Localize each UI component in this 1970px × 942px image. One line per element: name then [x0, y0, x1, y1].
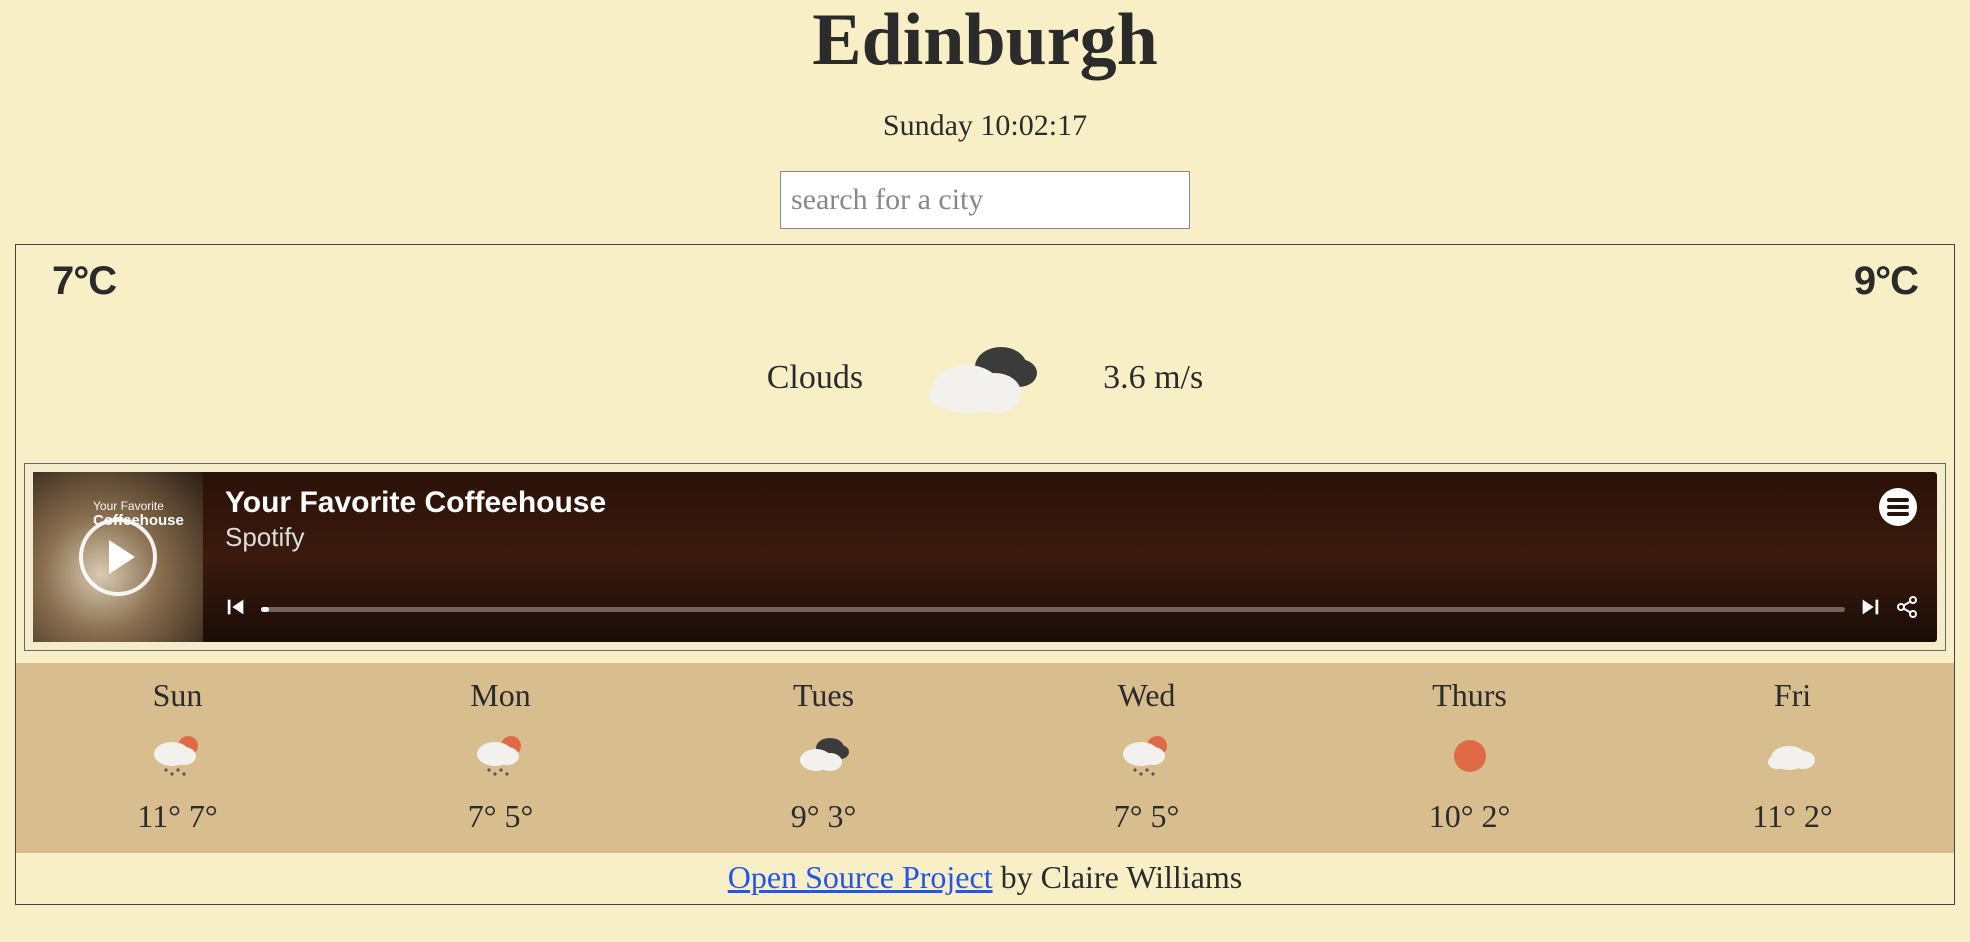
forecast-lo: 7° — [189, 798, 218, 834]
album-art[interactable]: Your Favorite Coffeehouse — [33, 472, 203, 642]
forecast-lo: 5° — [1151, 798, 1180, 834]
forecast-lo: 3° — [828, 798, 857, 834]
forecast-day-label: Sun — [16, 677, 339, 714]
forecast-hi: 7° — [1114, 798, 1143, 834]
forecast-lo: 2° — [1804, 798, 1833, 834]
forecast-day-label: Tues — [662, 677, 985, 714]
forecast-temps: 11° 2° — [1631, 798, 1954, 835]
progress-bar[interactable] — [261, 607, 1845, 612]
current-datetime: Sunday 10:02:17 — [15, 109, 1955, 143]
temp-low: 7°C — [52, 259, 116, 304]
forecast-temps: 10° 2° — [1308, 798, 1631, 835]
play-icon — [109, 540, 135, 574]
wind-speed: 3.6 m/s — [1103, 359, 1203, 397]
forecast-hi: 9° — [791, 798, 820, 834]
art-overlay-line1: Your Favorite — [93, 500, 184, 513]
forecast-lo: 2° — [1482, 798, 1511, 834]
forecast-day: Tues 9° 3° — [662, 663, 985, 853]
forecast-temps: 11° 7° — [16, 798, 339, 835]
open-source-link[interactable]: Open Source Project — [728, 859, 993, 895]
footer-byline: by Claire Williams — [993, 859, 1243, 895]
forecast-temps: 7° 5° — [985, 798, 1308, 835]
forecast-cloud-icon — [1631, 732, 1954, 780]
forecast-row: Sun 11° 7° Mon 7° 5° Tues 9° 3° Wed 7° 5° Thurs 1… — [16, 663, 1954, 853]
spotify-logo-icon[interactable] — [1879, 488, 1917, 526]
forecast-day-label: Mon — [339, 677, 662, 714]
city-title: Edinburgh — [15, 0, 1955, 81]
forecast-sun-icon — [1308, 732, 1631, 780]
forecast-hi: 10° — [1429, 798, 1474, 834]
spotify-embed: Your Favorite Coffeehouse Your Favorite … — [24, 463, 1946, 651]
weather-panel: 7°C 9°C Clouds 3.6 m/s — [15, 244, 1955, 905]
next-track-icon[interactable] — [1859, 596, 1881, 623]
forecast-day-label: Fri — [1631, 677, 1954, 714]
forecast-hi: 11° — [1752, 798, 1796, 834]
forecast-clouds-icon — [662, 732, 985, 780]
forecast-temps: 7° 5° — [339, 798, 662, 835]
forecast-day-label: Wed — [985, 677, 1308, 714]
forecast-day: Sun 11° 7° — [16, 663, 339, 853]
track-title[interactable]: Your Favorite Coffeehouse — [225, 486, 1919, 520]
forecast-day: Thurs 10° 2° — [1308, 663, 1631, 853]
forecast-temps: 9° 3° — [662, 798, 985, 835]
city-search-input[interactable] — [780, 171, 1190, 229]
clouds-icon — [923, 333, 1043, 423]
forecast-day: Mon 7° 5° — [339, 663, 662, 853]
spotify-player: Your Favorite Coffeehouse Your Favorite … — [33, 472, 1937, 642]
footer: Open Source Project by Claire Williams — [16, 853, 1954, 904]
temp-high: 9°C — [1854, 259, 1918, 304]
play-button[interactable] — [79, 518, 157, 596]
forecast-day: Fri 11° 2° — [1631, 663, 1954, 853]
forecast-lo: 5° — [505, 798, 534, 834]
condition-label: Clouds — [767, 359, 863, 397]
forecast-rain-sun-icon — [985, 732, 1308, 780]
share-icon[interactable] — [1895, 595, 1919, 624]
forecast-hi: 7° — [468, 798, 497, 834]
track-subtitle[interactable]: Spotify — [225, 522, 1919, 553]
forecast-day-label: Thurs — [1308, 677, 1631, 714]
forecast-rain-sun-icon — [339, 732, 662, 780]
progress-fill — [261, 607, 269, 612]
prev-track-icon[interactable] — [225, 596, 247, 623]
forecast-hi: 11° — [137, 798, 181, 834]
forecast-rain-sun-icon — [16, 732, 339, 780]
forecast-day: Wed 7° 5° — [985, 663, 1308, 853]
current-conditions: 7°C 9°C Clouds 3.6 m/s — [16, 245, 1954, 463]
